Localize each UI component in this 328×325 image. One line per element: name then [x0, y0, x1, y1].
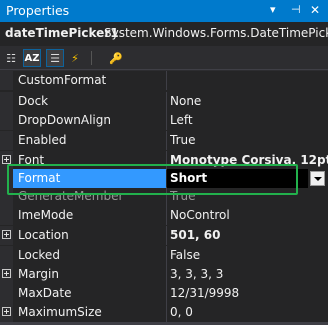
property-row-margin[interactable]: Margin 3, 3, 3, 3: [0, 265, 328, 284]
alphabetical-sort-icon: AZ: [24, 52, 40, 64]
property-name: MaxDate: [18, 286, 72, 300]
property-grid: CustomFormat Dock None DropDownAlign Lef…: [0, 71, 328, 325]
property-value[interactable]: Monotype Corsiva, 12pt, style: [170, 153, 328, 167]
property-pages-key-icon: 🔑: [109, 51, 123, 65]
property-row-dock[interactable]: Dock None: [0, 92, 328, 111]
property-row-imemode[interactable]: ImeMode NoControl: [0, 206, 328, 225]
property-value[interactable]: Left: [170, 113, 328, 127]
properties-toolbar: ☷ AZ ☰ ⚡ 🔑: [0, 46, 328, 70]
events-lightning-icon: ⚡: [71, 51, 79, 65]
toolbar-separator: [91, 51, 92, 65]
property-pages-button[interactable]: 🔑: [107, 49, 125, 67]
expand-plus-icon[interactable]: [2, 307, 11, 316]
object-type: System.Windows.Forms.DateTimePicker: [104, 26, 328, 40]
property-value[interactable]: NoControl: [170, 208, 328, 222]
property-name: DropDownAlign: [18, 113, 111, 127]
row-gutter: [0, 284, 13, 303]
property-row-generatemember[interactable]: GenerateMember True: [0, 187, 328, 206]
column-divider: [166, 187, 167, 206]
format-dropdown-button[interactable]: [310, 171, 325, 186]
property-value[interactable]: True: [170, 189, 328, 203]
property-row-location[interactable]: Location 501, 60: [0, 226, 328, 245]
properties-title-bar: Properties ▾ ⊣ ✕: [0, 0, 328, 22]
property-row-format[interactable]: Format Short: [0, 169, 328, 188]
properties-view-button[interactable]: ☰: [46, 49, 64, 67]
row-gutter: [0, 187, 13, 206]
object-name: dateTimePicker1: [5, 26, 119, 40]
property-row-font[interactable]: Font Monotype Corsiva, 12pt, style: [0, 151, 328, 170]
properties-icon: ☰: [50, 51, 60, 65]
row-gutter: [0, 169, 13, 188]
categorized-icon: ☷: [6, 51, 16, 65]
events-view-button[interactable]: ⚡: [66, 49, 84, 67]
column-divider: [166, 151, 167, 170]
object-selector[interactable]: dateTimePicker1 System.Windows.Forms.Dat…: [0, 22, 328, 46]
property-row-maxdate[interactable]: MaxDate 12/31/9998: [0, 284, 328, 303]
window-title: Properties: [6, 3, 70, 18]
column-divider: [166, 226, 167, 245]
property-name: GenerateMember: [18, 189, 124, 203]
property-value[interactable]: False: [170, 248, 328, 262]
row-gutter: [0, 246, 13, 265]
property-name: Location: [18, 228, 69, 242]
row-gutter: [0, 71, 13, 90]
property-row-locked[interactable]: Locked False: [0, 246, 328, 265]
property-row-dropdownalign[interactable]: DropDownAlign Left: [0, 111, 328, 130]
property-value[interactable]: 3, 3, 3, 3: [170, 267, 328, 281]
column-divider: [166, 246, 167, 265]
expand-plus-icon[interactable]: [2, 230, 11, 239]
dropdown-arrow-icon: [313, 176, 322, 181]
property-name: Dock: [18, 94, 49, 108]
property-name: ImeMode: [18, 208, 74, 222]
property-name: Locked: [18, 248, 60, 262]
column-divider: [166, 206, 167, 225]
property-value[interactable]: 0, 0: [170, 305, 328, 319]
property-row-enabled[interactable]: Enabled True: [0, 131, 328, 150]
expand-plus-icon[interactable]: [2, 269, 11, 278]
property-row-customformat[interactable]: CustomFormat: [0, 71, 328, 90]
column-divider: [166, 131, 167, 150]
property-value[interactable]: None: [170, 94, 328, 108]
property-name: Format: [18, 171, 61, 185]
expand-plus-icon[interactable]: [2, 155, 11, 164]
window-options-dropdown-icon[interactable]: ▾: [270, 3, 276, 17]
row-gutter: [0, 92, 13, 111]
categorized-view-button[interactable]: ☷: [2, 49, 20, 67]
column-divider: [166, 71, 167, 90]
property-name: Enabled: [18, 133, 67, 147]
property-value[interactable]: 501, 60: [170, 228, 328, 242]
property-name: Margin: [18, 267, 59, 281]
column-divider: [166, 92, 167, 111]
close-icon[interactable]: ✕: [310, 3, 320, 17]
column-divider: [166, 265, 167, 284]
alphabetical-view-button[interactable]: AZ: [23, 49, 41, 67]
property-name: Font: [18, 153, 45, 167]
row-gutter: [0, 206, 13, 225]
property-name: CustomFormat: [18, 73, 107, 87]
property-row-maximumsize[interactable]: MaximumSize 0, 0: [0, 303, 328, 322]
column-divider: [166, 303, 167, 322]
row-gutter: [0, 111, 13, 130]
column-divider: [166, 284, 167, 303]
property-name: MaximumSize: [18, 305, 102, 319]
property-value[interactable]: Short: [170, 171, 308, 185]
property-value[interactable]: True: [170, 133, 328, 147]
property-value[interactable]: 12/31/9998: [170, 286, 328, 300]
auto-hide-pin-icon[interactable]: ⊣: [291, 3, 301, 17]
row-gutter: [0, 131, 13, 150]
column-divider: [166, 111, 167, 130]
